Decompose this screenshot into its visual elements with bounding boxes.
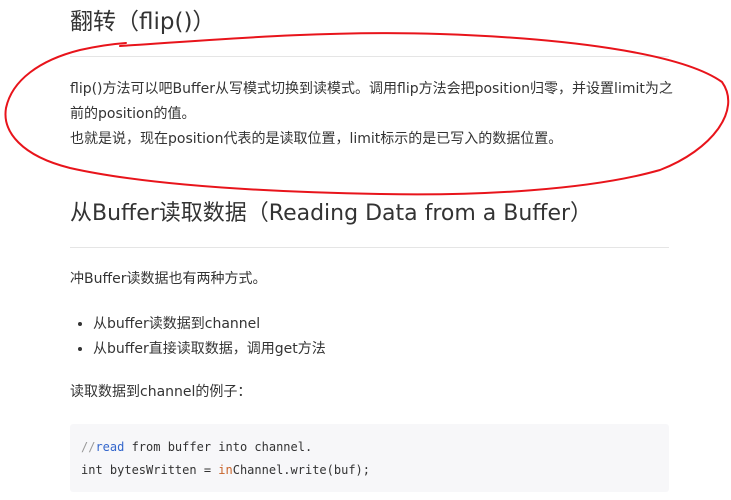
list-item: 从buffer读数据到channel — [93, 312, 326, 337]
read-methods-list: 从buffer读数据到channel 从buffer直接读取数据，调用get方法 — [70, 312, 326, 362]
read-section-heading: 从Buffer读取数据（Reading Data from a Buffer） — [70, 201, 593, 226]
article-page: 翻转（flip()） flip()方法可以吧Buffer从写模式切换到读模式。调… — [0, 0, 731, 500]
flip-section-heading: 翻转（flip()） — [70, 9, 216, 35]
flip-description: flip()方法可以吧Buffer从写模式切换到读模式。调用flip方法会把po… — [70, 77, 680, 152]
heading-divider — [70, 247, 669, 248]
flip-description-line: 也就是说，现在position代表的是读取位置，limit标示的是已写入的数据位… — [70, 131, 563, 147]
code-comment-text: from buffer into channel. — [124, 440, 313, 454]
code-comment-prefix: // — [81, 440, 96, 454]
code-block: //read from buffer into channel. int byte… — [70, 424, 669, 492]
code-line: int bytesWritten = inChannel.write(buf); — [81, 459, 669, 482]
code-line: //read from buffer into channel. — [81, 436, 669, 459]
heading-divider — [70, 56, 669, 57]
code-comment-keyword: read — [95, 440, 125, 454]
flip-description-line: flip()方法可以吧Buffer从写模式切换到读模式。调用flip方法会把po… — [70, 81, 673, 122]
code-highlight: in — [218, 463, 233, 477]
code-text: Channel.write(buf); — [232, 463, 371, 477]
code-text: int bytesWritten = — [81, 463, 219, 477]
read-intro: 冲Buffer读数据也有两种方式。 — [70, 271, 267, 287]
example-caption: 读取数据到channel的例子： — [70, 384, 252, 400]
list-item: 从buffer直接读取数据，调用get方法 — [93, 337, 326, 362]
